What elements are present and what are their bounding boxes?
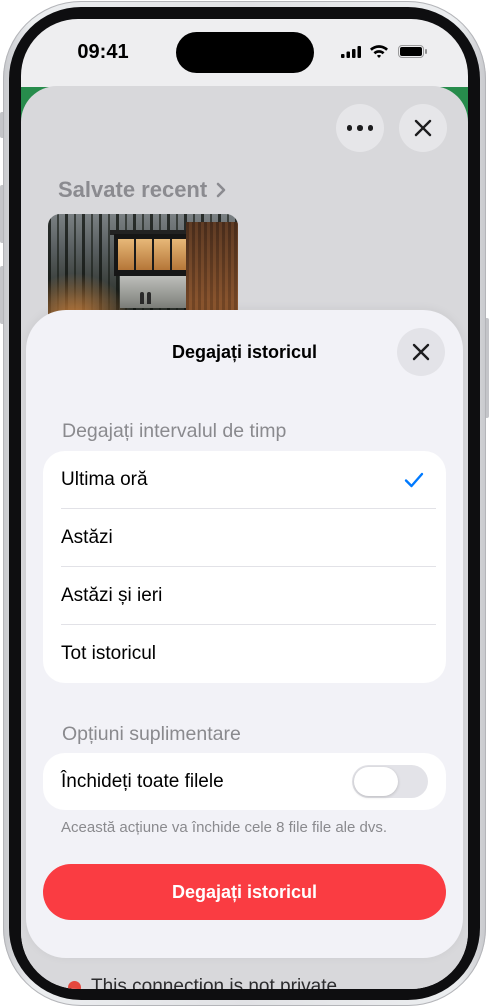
option-label: Astăzi	[61, 527, 113, 548]
more-options-button[interactable]	[336, 104, 384, 152]
time-range-section-header: Degajați intervalul de timp	[62, 420, 287, 442]
thumbnail-house-porch	[120, 276, 186, 308]
close-all-tabs-label: Închideți toate filele	[61, 770, 224, 792]
dynamic-island	[176, 32, 314, 73]
close-all-tabs-row: Închideți toate filele	[43, 753, 446, 810]
additional-options-section-header: Opțiuni suplimentare	[62, 723, 241, 745]
wifi-icon	[370, 45, 388, 58]
start-page-bottom-row[interactable]: This connection is not private	[68, 975, 337, 989]
time-range-option-all-history[interactable]: Tot istoricul	[43, 625, 446, 683]
clear-history-button-label: Degajați istoricul	[171, 881, 318, 902]
option-label: Astăzi și ieri	[61, 585, 163, 606]
thumbnail-person	[140, 292, 144, 304]
option-label: Ultima oră	[61, 469, 148, 490]
option-label: Tot istoricul	[61, 643, 157, 664]
time-range-option-last-hour[interactable]: Ultima oră	[43, 451, 446, 509]
thumbnail-person	[147, 292, 151, 304]
phone-screen: 09:41 Salvate recent This connection is …	[21, 19, 468, 989]
start-page-close-button[interactable]	[399, 104, 447, 152]
time-range-list: Ultima oră Astăzi Astăzi și ieri Tot ist…	[43, 451, 446, 683]
cellular-signal-icon	[341, 46, 361, 58]
additional-options-list: Închideți toate filele	[43, 753, 446, 810]
ellipsis-dot	[346, 125, 353, 131]
close-icon	[412, 343, 430, 361]
toggle-knob	[354, 767, 398, 796]
saved-recently-label: Salvate recent	[58, 177, 208, 202]
chevron-right-icon	[216, 182, 226, 198]
thumbnail-house-windows	[118, 239, 188, 270]
battery-icon	[398, 45, 427, 58]
saved-recently-heading[interactable]: Salvate recent	[58, 177, 226, 203]
warning-icon	[68, 980, 81, 989]
checkmark-icon	[404, 472, 424, 488]
ellipsis-dot	[357, 125, 363, 131]
clear-history-button[interactable]: Degajați istoricul	[43, 864, 446, 920]
sheet-close-button[interactable]	[397, 328, 445, 376]
close-icon	[414, 119, 432, 137]
clear-history-sheet: Degajați istoricul Degajați intervalul d…	[26, 310, 463, 958]
time-range-option-today-and-yesterday[interactable]: Astăzi și ieri	[43, 567, 446, 625]
bottom-row-label: This connection is not private	[91, 976, 338, 989]
ellipsis-dot	[367, 125, 374, 131]
time-range-option-today[interactable]: Astăzi	[43, 509, 446, 567]
close-all-tabs-note: Această acțiune va închide cele 8 file f…	[61, 819, 388, 836]
close-all-tabs-toggle[interactable]	[352, 765, 428, 798]
ellipsis-icon	[346, 125, 374, 131]
status-bar-time: 09:41	[77, 41, 129, 63]
